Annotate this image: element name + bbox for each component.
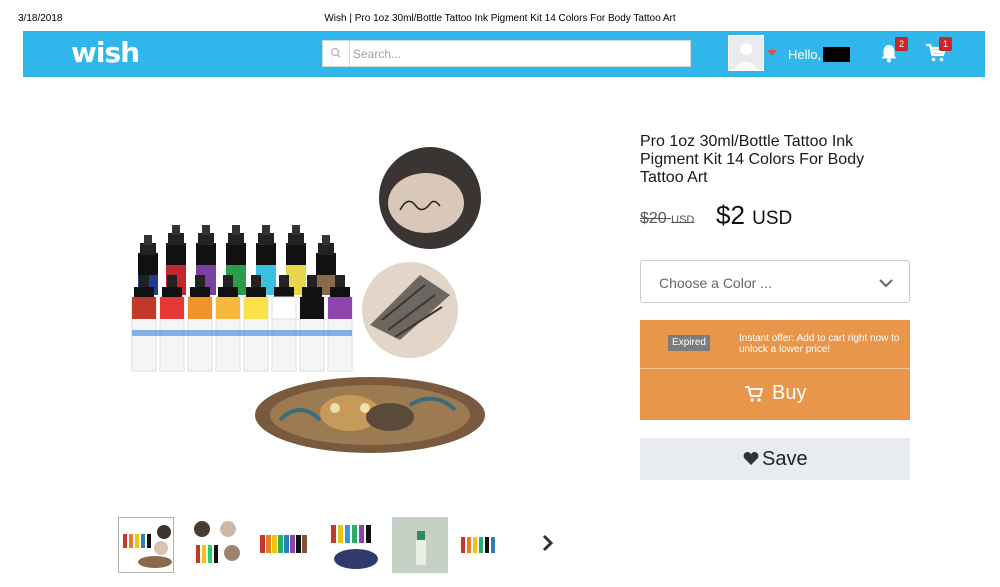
user-avatar-icon[interactable] bbox=[728, 35, 764, 71]
original-price: $20 USD bbox=[640, 210, 694, 228]
buy-button[interactable]: Buy bbox=[640, 368, 910, 420]
sale-price: $2 USD bbox=[716, 200, 792, 231]
color-select-label: Choose a Color ... bbox=[659, 275, 772, 291]
notification-count-badge: 2 bbox=[895, 37, 908, 51]
heart-icon bbox=[743, 451, 759, 471]
account-menu-caret-icon[interactable] bbox=[767, 50, 777, 56]
save-button[interactable]: Save bbox=[640, 438, 910, 480]
sale-price-currency: USD bbox=[752, 208, 793, 229]
cart-icon bbox=[744, 385, 764, 408]
buy-button-label: Buy bbox=[772, 382, 807, 404]
thumbnail-4[interactable] bbox=[326, 517, 382, 573]
wish-logo[interactable]: wish bbox=[71, 36, 140, 69]
thumbnail-5[interactable] bbox=[392, 517, 448, 573]
instant-offer-banner: Expired Instant offer: Add to cart right… bbox=[640, 320, 910, 375]
product-title: Pro 1oz 30ml/Bottle Tattoo Ink Pigment K… bbox=[640, 133, 865, 186]
product-main-image[interactable] bbox=[120, 125, 510, 495]
thumbnail-2[interactable] bbox=[188, 517, 244, 573]
search-input[interactable] bbox=[353, 41, 683, 66]
save-button-label: Save bbox=[762, 448, 808, 470]
chevron-right-icon[interactable] bbox=[541, 534, 555, 557]
original-price-amount: $20 bbox=[640, 210, 667, 227]
search-icon[interactable] bbox=[323, 41, 350, 66]
original-price-currency: USD bbox=[671, 214, 695, 226]
thumbnail-6[interactable] bbox=[458, 517, 514, 573]
instant-offer-text: Instant offer: Add to cart right now to … bbox=[739, 333, 900, 355]
greeting-text: Hello, bbox=[788, 47, 822, 62]
thumbnail-1[interactable] bbox=[118, 517, 174, 573]
color-select-dropdown[interactable]: Choose a Color ... bbox=[640, 260, 910, 303]
chevron-down-icon[interactable] bbox=[879, 275, 893, 293]
sale-price-amount: $2 bbox=[716, 200, 745, 230]
top-navigation-bar: wish Hello, 2 1 bbox=[23, 31, 985, 77]
redacted-username bbox=[823, 47, 850, 62]
search-box[interactable] bbox=[322, 40, 691, 67]
expired-badge: Expired bbox=[668, 335, 710, 351]
cart-count-badge: 1 bbox=[939, 37, 952, 51]
print-page-title: Wish | Pro 1oz 30ml/Bottle Tattoo Ink Pi… bbox=[324, 13, 676, 24]
thumbnail-3[interactable] bbox=[257, 517, 313, 573]
